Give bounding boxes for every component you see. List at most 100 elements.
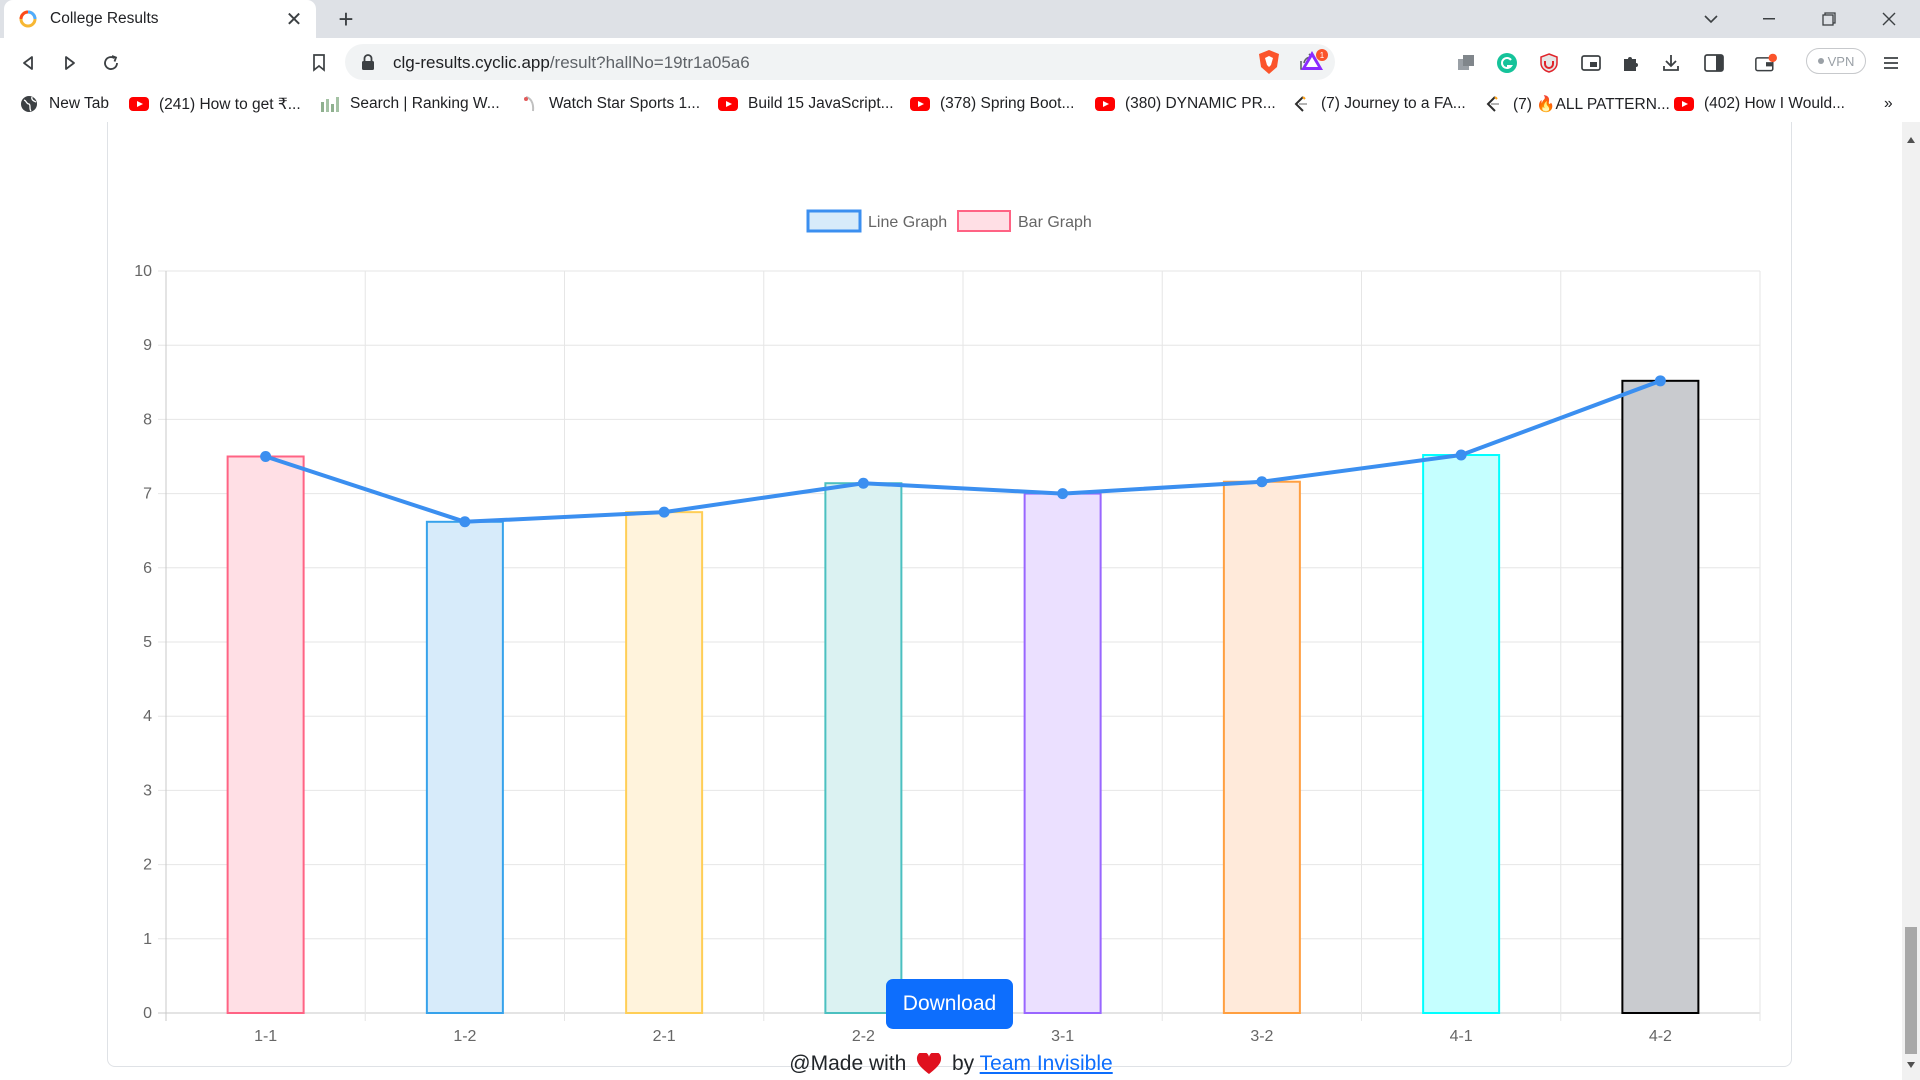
- bar-2-1: [625, 511, 704, 1014]
- address-bar[interactable]: clg-results.cyclic.app/result?hallNo=19t…: [345, 44, 1335, 80]
- youtube-icon: [129, 96, 149, 112]
- copy-extension-icon[interactable]: [1455, 52, 1477, 74]
- url-text: clg-results.cyclic.app/result?hallNo=19t…: [393, 53, 750, 72]
- forward-arrow-icon: [65, 56, 75, 70]
- chart-icon: [320, 96, 340, 112]
- line-point-4-1: [1455, 449, 1467, 461]
- leetcode-icon: [1291, 96, 1311, 112]
- bookmark-item[interactable]: (380) DYNAMIC PR...: [1095, 94, 1276, 114]
- tab-college-results[interactable]: College Results ✕: [4, 0, 316, 38]
- back-arrow-icon: [23, 56, 33, 70]
- brave-shields-icon[interactable]: [1256, 49, 1282, 75]
- footer-prefix: @Made with: [789, 1052, 907, 1075]
- close-window-button[interactable]: [1860, 0, 1918, 38]
- x-tick-label: 4-2: [1649, 1028, 1672, 1045]
- minimize-button[interactable]: [1740, 0, 1798, 38]
- site-favicon-icon: [19, 10, 37, 28]
- results-chart-card: 0 1 2 3 4 5 6 7 8 9 10 1-1 1-2 2-1 2-2 3-1 3-2 4-1 4-2 Line…: [107, 122, 1792, 1067]
- sgpa-chart: 0 1 2 3 4 5 6 7 8 9 10 1-1 1-2 2-1 2-2 3-1 3-2 4-1 4-2 Line…: [134, 209, 1761, 1045]
- tab-strip: College Results ✕ +: [0, 0, 1920, 38]
- legend-label-bar: Bar Graph: [1018, 214, 1092, 231]
- forward-button[interactable]: [54, 48, 84, 78]
- bar-1-2: [425, 520, 504, 1014]
- bookmark-icon: [313, 54, 325, 72]
- sidebar-toggle-icon[interactable]: [1703, 52, 1725, 74]
- y-tick-label: 0: [143, 1005, 152, 1022]
- youtube-icon: [718, 96, 738, 112]
- tab-search-chevron-icon[interactable]: [1682, 0, 1740, 38]
- lock-icon: [362, 54, 374, 70]
- bar-4-1: [1422, 454, 1501, 1014]
- heart-icon: [917, 1053, 942, 1075]
- page-viewport: 0 1 2 3 4 5 6 7 8 9 10 1-1 1-2 2-1 2-2 3-1 3-2 4-1 4-2 Line…: [0, 122, 1902, 1080]
- youtube-icon: [910, 96, 930, 112]
- bookmarks-bar: New Tab (241) How to get ₹... Search | R…: [0, 86, 1920, 123]
- grammarly-icon[interactable]: [1496, 52, 1518, 74]
- bar-3-2: [1222, 480, 1301, 1014]
- x-tick-label: 1-2: [453, 1028, 476, 1045]
- youtube-icon: [1674, 96, 1694, 112]
- bar-2-2: [824, 482, 903, 1015]
- ublock-shield-icon[interactable]: [1538, 52, 1560, 74]
- more-bookmarks-button[interactable]: »: [1884, 94, 1893, 114]
- browser-toolbar: clg-results.cyclic.app/result?hallNo=19t…: [0, 38, 1920, 86]
- bookmark-item[interactable]: Build 15 JavaScript...: [718, 94, 894, 114]
- y-tick-label: 5: [143, 634, 152, 651]
- footer: @Made with by Team Invisible: [0, 1052, 1902, 1076]
- back-button[interactable]: [14, 48, 44, 78]
- legend-swatch-bar: [957, 210, 1011, 232]
- bookmark-item[interactable]: (402) How I Would...: [1674, 94, 1845, 114]
- close-tab-icon[interactable]: ✕: [282, 7, 306, 31]
- bookmark-page-button[interactable]: [304, 48, 334, 78]
- reload-button[interactable]: [96, 48, 126, 78]
- bookmark-item[interactable]: Watch Star Sports 1...: [519, 94, 700, 114]
- scroll-down-arrow-icon[interactable]: [1907, 1062, 1915, 1068]
- brave-rewards-icon[interactable]: 1: [1297, 47, 1331, 75]
- y-tick-label: 2: [143, 857, 152, 874]
- download-button[interactable]: Download: [886, 979, 1013, 1029]
- legend-label-line: Line Graph: [868, 214, 947, 231]
- line-point-3-1: [1057, 488, 1069, 500]
- youtube-icon: [1095, 96, 1115, 112]
- line-point-2-1: [658, 506, 670, 518]
- line-point-1-1: [260, 451, 272, 462]
- page-scrollbar[interactable]: [1902, 122, 1920, 1080]
- team-invisible-link[interactable]: Team Invisible: [980, 1052, 1113, 1075]
- picture-in-picture-icon[interactable]: [1580, 52, 1602, 74]
- bookmark-item[interactable]: (241) How to get ₹...: [129, 94, 301, 114]
- extensions-puzzle-icon[interactable]: [1620, 52, 1642, 74]
- x-tick-label: 4-1: [1450, 1028, 1473, 1045]
- bar-4-2: [1621, 379, 1700, 1015]
- y-tick-label: 4: [143, 708, 152, 725]
- y-tick-label: 3: [143, 782, 152, 799]
- downloads-icon[interactable]: [1660, 52, 1682, 74]
- vpn-status-dot: [1817, 58, 1824, 64]
- line-point-2-2: [857, 477, 869, 489]
- leetcode-icon: [1483, 96, 1503, 112]
- line-point-4-2: [1654, 375, 1666, 387]
- footer-by: by: [952, 1052, 975, 1075]
- globe-icon: [19, 96, 39, 112]
- tab-title: College Results: [50, 10, 159, 27]
- vpn-button[interactable]: VPN: [1806, 48, 1866, 74]
- restore-button[interactable]: [1800, 0, 1858, 38]
- bookmark-item[interactable]: (378) Spring Boot...: [910, 94, 1074, 114]
- bookmark-item[interactable]: (7) 🔥ALL PATTERN...: [1483, 94, 1670, 114]
- y-tick-label: 10: [134, 263, 152, 280]
- wallet-icon[interactable]: [1755, 52, 1777, 74]
- x-tick-label: 2-1: [653, 1028, 676, 1045]
- bookmark-item[interactable]: New Tab: [19, 94, 109, 114]
- bar-3-1: [1023, 492, 1102, 1015]
- scroll-up-arrow-icon[interactable]: [1907, 137, 1915, 143]
- y-tick-label: 1: [143, 931, 152, 948]
- x-tick-label: 3-1: [1051, 1028, 1074, 1045]
- bookmark-item[interactable]: Search | Ranking W...: [320, 94, 500, 114]
- reload-icon: [104, 55, 118, 70]
- y-tick-label: 7: [143, 486, 152, 503]
- menu-hamburger-icon[interactable]: [1880, 52, 1902, 74]
- scrollbar-thumb[interactable]: [1905, 927, 1917, 1054]
- y-tick-label: 9: [143, 337, 152, 354]
- new-tab-button[interactable]: +: [332, 5, 360, 33]
- bookmark-item[interactable]: (7) Journey to a FA...: [1291, 94, 1466, 114]
- line-point-1-2: [459, 516, 471, 528]
